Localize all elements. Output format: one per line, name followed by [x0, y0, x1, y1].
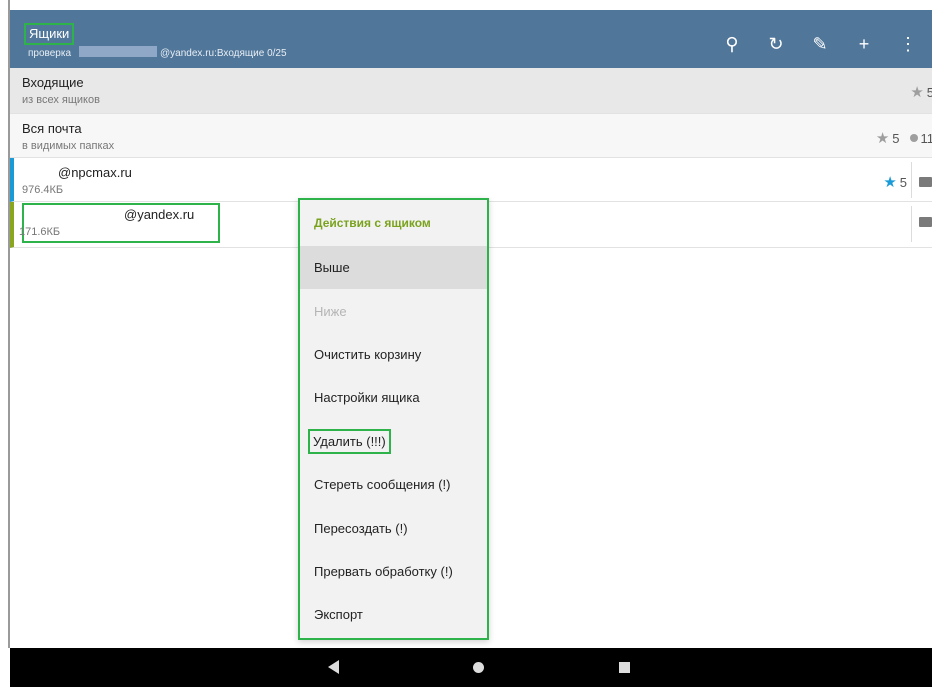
- toolbar-actions: ⚲ ↻ ✎ + ⋮: [710, 32, 930, 56]
- account-size: 976.4КБ: [22, 184, 64, 196]
- menu-header: Действия с ящиком: [314, 216, 431, 230]
- account-actions-menu: Действия с ящиком Выше Ниже Очистить кор…: [298, 198, 489, 640]
- search-icon[interactable]: ⚲: [710, 32, 754, 56]
- inbox-counters: ★ 5: [910, 83, 932, 101]
- refresh-icon[interactable]: ↻: [754, 32, 798, 56]
- account-email: @yandex.ru: [124, 207, 195, 222]
- star-icon: ★: [883, 174, 897, 191]
- recents-icon[interactable]: [619, 662, 630, 673]
- all-mail-unread-count: 11: [920, 130, 932, 146]
- divider: [911, 206, 912, 242]
- home-icon[interactable]: [473, 662, 484, 673]
- menu-item-move-down: Ниже: [314, 303, 347, 319]
- menu-item-move-up[interactable]: Выше: [300, 246, 487, 290]
- more-icon[interactable]: ⋮: [886, 32, 930, 56]
- menu-item-export[interactable]: Экспорт: [300, 593, 487, 636]
- star-icon: ★: [910, 84, 924, 101]
- account-email: @npcmax.ru: [58, 165, 132, 180]
- menu-item-abort-processing[interactable]: Прервать обработку (!): [300, 550, 487, 593]
- account-size: 171.6КБ: [19, 226, 61, 238]
- menu-item-erase-messages[interactable]: Стереть сообщения (!): [300, 463, 487, 506]
- folder-icon[interactable]: [919, 217, 932, 227]
- list-item-all-mail[interactable]: Вся почта в видимых папках ★ 5 11: [10, 114, 932, 158]
- list-item-inbox[interactable]: Входящие из всех ящиков ★ 5: [10, 68, 932, 114]
- inbox-subtitle: из всех ящиков: [22, 94, 100, 106]
- subtitle-prefix: проверка: [28, 48, 72, 59]
- folder-icon[interactable]: [919, 177, 932, 187]
- inbox-star-count: 5: [926, 84, 932, 100]
- inbox-title: Входящие: [22, 75, 84, 90]
- back-icon[interactable]: [328, 660, 339, 674]
- redacted-address: [79, 46, 158, 57]
- all-mail-title: Вся почта: [22, 121, 82, 136]
- menu-item-account-settings[interactable]: Настройки ящика: [300, 376, 487, 419]
- system-navbar: [10, 648, 932, 687]
- toolbar: Ящики проверка @yandex.ru:Входящие 0/25 ⚲…: [10, 10, 932, 68]
- subtitle-suffix: @yandex.ru:Входящие 0/25: [160, 48, 287, 59]
- app-window: Ящики проверка @yandex.ru:Входящие 0/25 ⚲…: [0, 0, 932, 687]
- star-icon: ★: [875, 130, 890, 147]
- account-counters: ★ 5: [883, 173, 932, 191]
- menu-item-delete[interactable]: Удалить (!!!): [300, 420, 487, 463]
- list-item-account[interactable]: @npcmax.ru 976.4КБ ★ 5: [10, 158, 932, 202]
- unread-dot-icon: [909, 134, 918, 142]
- add-icon[interactable]: +: [842, 32, 886, 56]
- toolbar-subtitle: проверка @yandex.ru:Входящие 0/25: [28, 46, 287, 61]
- toolbar-title: Ящики: [29, 26, 70, 41]
- menu-item-delete-label: Удалить (!!!): [308, 428, 391, 454]
- all-mail-subtitle: в видимых папках: [22, 140, 115, 152]
- menu-item-empty-trash[interactable]: Очистить корзину: [300, 333, 487, 376]
- edit-icon[interactable]: ✎: [798, 32, 842, 56]
- menu-item-recreate[interactable]: Пересоздать (!): [300, 506, 487, 549]
- toolbar-title-box[interactable]: Ящики: [24, 23, 75, 45]
- all-mail-counters: ★ 5 11: [876, 129, 932, 147]
- all-mail-star-count: 5: [892, 130, 900, 146]
- divider: [911, 162, 912, 198]
- account-star-count: 5: [899, 174, 907, 190]
